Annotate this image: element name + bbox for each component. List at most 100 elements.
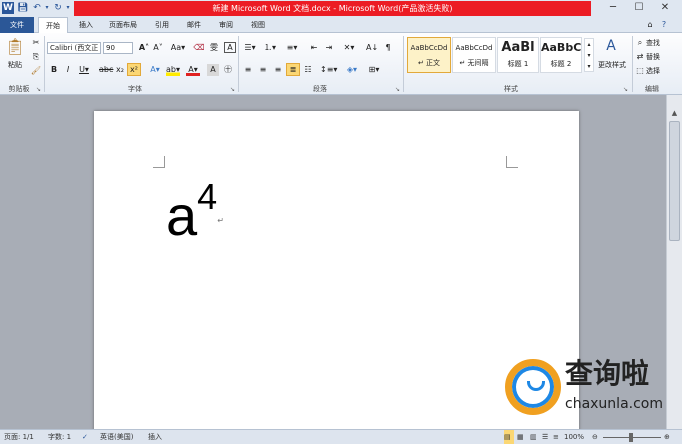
outline-view-icon[interactable]: ☰ [542, 430, 548, 444]
bold-button[interactable]: B [49, 64, 59, 76]
replace-icon[interactable]: ⇄ [635, 51, 645, 63]
style-heading-1-name: 标题 1 [507, 60, 529, 68]
distributed-icon[interactable]: ☷ [302, 64, 314, 76]
maximize-button[interactable]: ☐ [626, 0, 652, 16]
strikethrough-button[interactable]: abc [99, 64, 113, 76]
paste-icon[interactable]: 📋︎ [3, 36, 27, 58]
numbering-icon[interactable]: ⒈▾ [262, 42, 278, 54]
document-text[interactable]: a4↵ [166, 176, 224, 249]
save-icon[interactable]: 💾︎ [17, 2, 29, 14]
style-heading-1[interactable]: AaBl 标题 1 [497, 37, 539, 73]
insert-mode[interactable]: 插入 [148, 430, 162, 444]
increase-indent-icon[interactable]: ⇥ [323, 42, 335, 54]
superscript-button[interactable]: x² [127, 63, 141, 76]
sort-icon[interactable]: A↓ [366, 42, 378, 54]
character-border-icon[interactable]: A [224, 42, 236, 53]
font-launcher-icon[interactable]: ↘ [230, 86, 235, 93]
highlight-color-icon[interactable]: ab▾ [166, 64, 180, 76]
select-button[interactable]: 选择 [646, 65, 660, 77]
select-icon[interactable]: ⬚ [635, 65, 645, 77]
multilevel-list-icon[interactable]: ≡▾ [284, 42, 300, 54]
zoom-slider-thumb[interactable] [629, 433, 633, 442]
group-divider [238, 36, 239, 92]
font-color-icon[interactable]: A▾ [186, 64, 200, 76]
word-app-icon[interactable]: W [2, 2, 14, 14]
web-layout-view-icon[interactable]: ▥ [530, 430, 537, 444]
styles-launcher-icon[interactable]: ↘ [623, 86, 628, 93]
paste-button[interactable]: 粘贴 [3, 59, 27, 71]
proofing-icon[interactable]: ✓ [82, 430, 88, 444]
tab-insert[interactable]: 插入 [74, 17, 98, 33]
window-title: 新建 Microsoft Word 文档.docx - Microsoft Wo… [74, 1, 591, 16]
copy-icon[interactable]: ⎘ [30, 51, 42, 63]
cut-icon[interactable]: ✂ [30, 37, 42, 49]
word-count[interactable]: 字数: 1 [48, 430, 71, 444]
replace-button[interactable]: 替换 [646, 51, 660, 63]
change-styles-button[interactable]: 更改样式 [594, 59, 630, 71]
page-count[interactable]: 页面: 1/1 [4, 430, 34, 444]
close-button[interactable]: ✕ [652, 0, 678, 16]
align-left-icon[interactable]: ≡ [242, 64, 254, 76]
chinese-layout-icon[interactable]: ✕▾ [342, 42, 356, 54]
customize-quick-access-icon[interactable]: ▾ [64, 2, 72, 14]
phonetic-guide-icon[interactable]: 雯 [208, 42, 220, 54]
scroll-up-arrow-icon[interactable]: ▲ [669, 109, 680, 117]
language-indicator[interactable]: 英语(美国) [100, 430, 133, 444]
collapse-ribbon-icon[interactable]: ⌂ [644, 17, 656, 33]
find-button[interactable]: 查找 [646, 37, 660, 49]
align-center-icon[interactable]: ≡ [257, 64, 269, 76]
tab-file[interactable]: 文件 [0, 17, 34, 33]
tab-mailings[interactable]: 邮件 [182, 17, 206, 33]
find-icon[interactable]: ⌕ [635, 37, 645, 49]
status-bar: 页面: 1/1 字数: 1 ✓ 英语(美国) 插入 ▤ ▦ ▥ ☰ ≡ 100%… [0, 429, 682, 444]
subscript-button[interactable]: x₂ [114, 64, 126, 76]
underline-button[interactable]: U▾ [77, 64, 91, 76]
redo-icon[interactable]: ↻ [52, 2, 64, 14]
character-shading-icon[interactable]: A [207, 64, 219, 76]
bullets-icon[interactable]: ☰▾ [242, 42, 258, 54]
tab-home[interactable]: 开始 [38, 17, 68, 34]
paragraph-launcher-icon[interactable]: ↘ [395, 86, 400, 93]
paragraph-group-label: 段落 [313, 85, 327, 93]
base-character: a [166, 184, 198, 247]
minimize-button[interactable]: ─ [600, 0, 626, 16]
print-layout-view-icon[interactable]: ▤ [504, 430, 514, 444]
tab-page-layout[interactable]: 页面布局 [104, 17, 142, 33]
shading-icon[interactable]: ◈▾ [344, 64, 360, 76]
tab-references[interactable]: 引用 [150, 17, 174, 33]
font-size-dropdown[interactable]: 90 [103, 42, 133, 54]
full-screen-view-icon[interactable]: ▦ [517, 430, 524, 444]
tab-review[interactable]: 审阅 [214, 17, 238, 33]
change-styles-icon[interactable]: A [600, 37, 622, 55]
draft-view-icon[interactable]: ≡ [553, 430, 559, 444]
decrease-indent-icon[interactable]: ⇤ [308, 42, 320, 54]
format-painter-icon[interactable]: 🖌︎ [30, 65, 42, 77]
italic-button[interactable]: I [63, 64, 73, 76]
change-case-icon[interactable]: Aa▾ [170, 42, 186, 54]
align-right-icon[interactable]: ≡ [272, 64, 284, 76]
help-icon[interactable]: ? [658, 17, 670, 33]
undo-dropdown-icon[interactable]: ▾ [44, 2, 50, 14]
clipboard-launcher-icon[interactable]: ↘ [36, 86, 41, 93]
scroll-thumb[interactable] [669, 121, 680, 241]
enclose-characters-icon[interactable]: ㊉ [222, 64, 234, 76]
style-no-spacing[interactable]: AaBbCcDd ↵ 无间隔 [452, 37, 496, 73]
superscript-character: 4 [197, 176, 218, 217]
style-heading-2[interactable]: AaBbC 标题 2 [540, 37, 582, 73]
text-effects-icon[interactable]: A▾ [148, 64, 162, 76]
undo-icon[interactable]: ↶ [31, 2, 43, 14]
styles-gallery-scroll[interactable]: ▴ ▾ ▾ [584, 38, 594, 72]
justify-button[interactable]: ≣ [286, 63, 300, 76]
grow-font-icon[interactable]: A˄ [138, 42, 150, 54]
show-marks-icon[interactable]: ¶ [382, 42, 394, 54]
clear-formatting-icon[interactable]: ⌫ [193, 42, 205, 54]
zoom-level[interactable]: 100% [564, 430, 584, 444]
font-name-dropdown[interactable]: Calibri (西文正 [47, 42, 101, 54]
zoom-out-icon[interactable]: ⊖ [592, 430, 598, 444]
tab-view[interactable]: 视图 [246, 17, 270, 33]
style-normal[interactable]: AaBbCcDd ↵ 正文 [407, 37, 451, 73]
shrink-font-icon[interactable]: A˅ [152, 42, 164, 54]
borders-icon[interactable]: ⊞▾ [366, 64, 382, 76]
line-spacing-icon[interactable]: ↕≡▾ [320, 64, 337, 76]
zoom-in-icon[interactable]: ⊕ [664, 430, 670, 444]
